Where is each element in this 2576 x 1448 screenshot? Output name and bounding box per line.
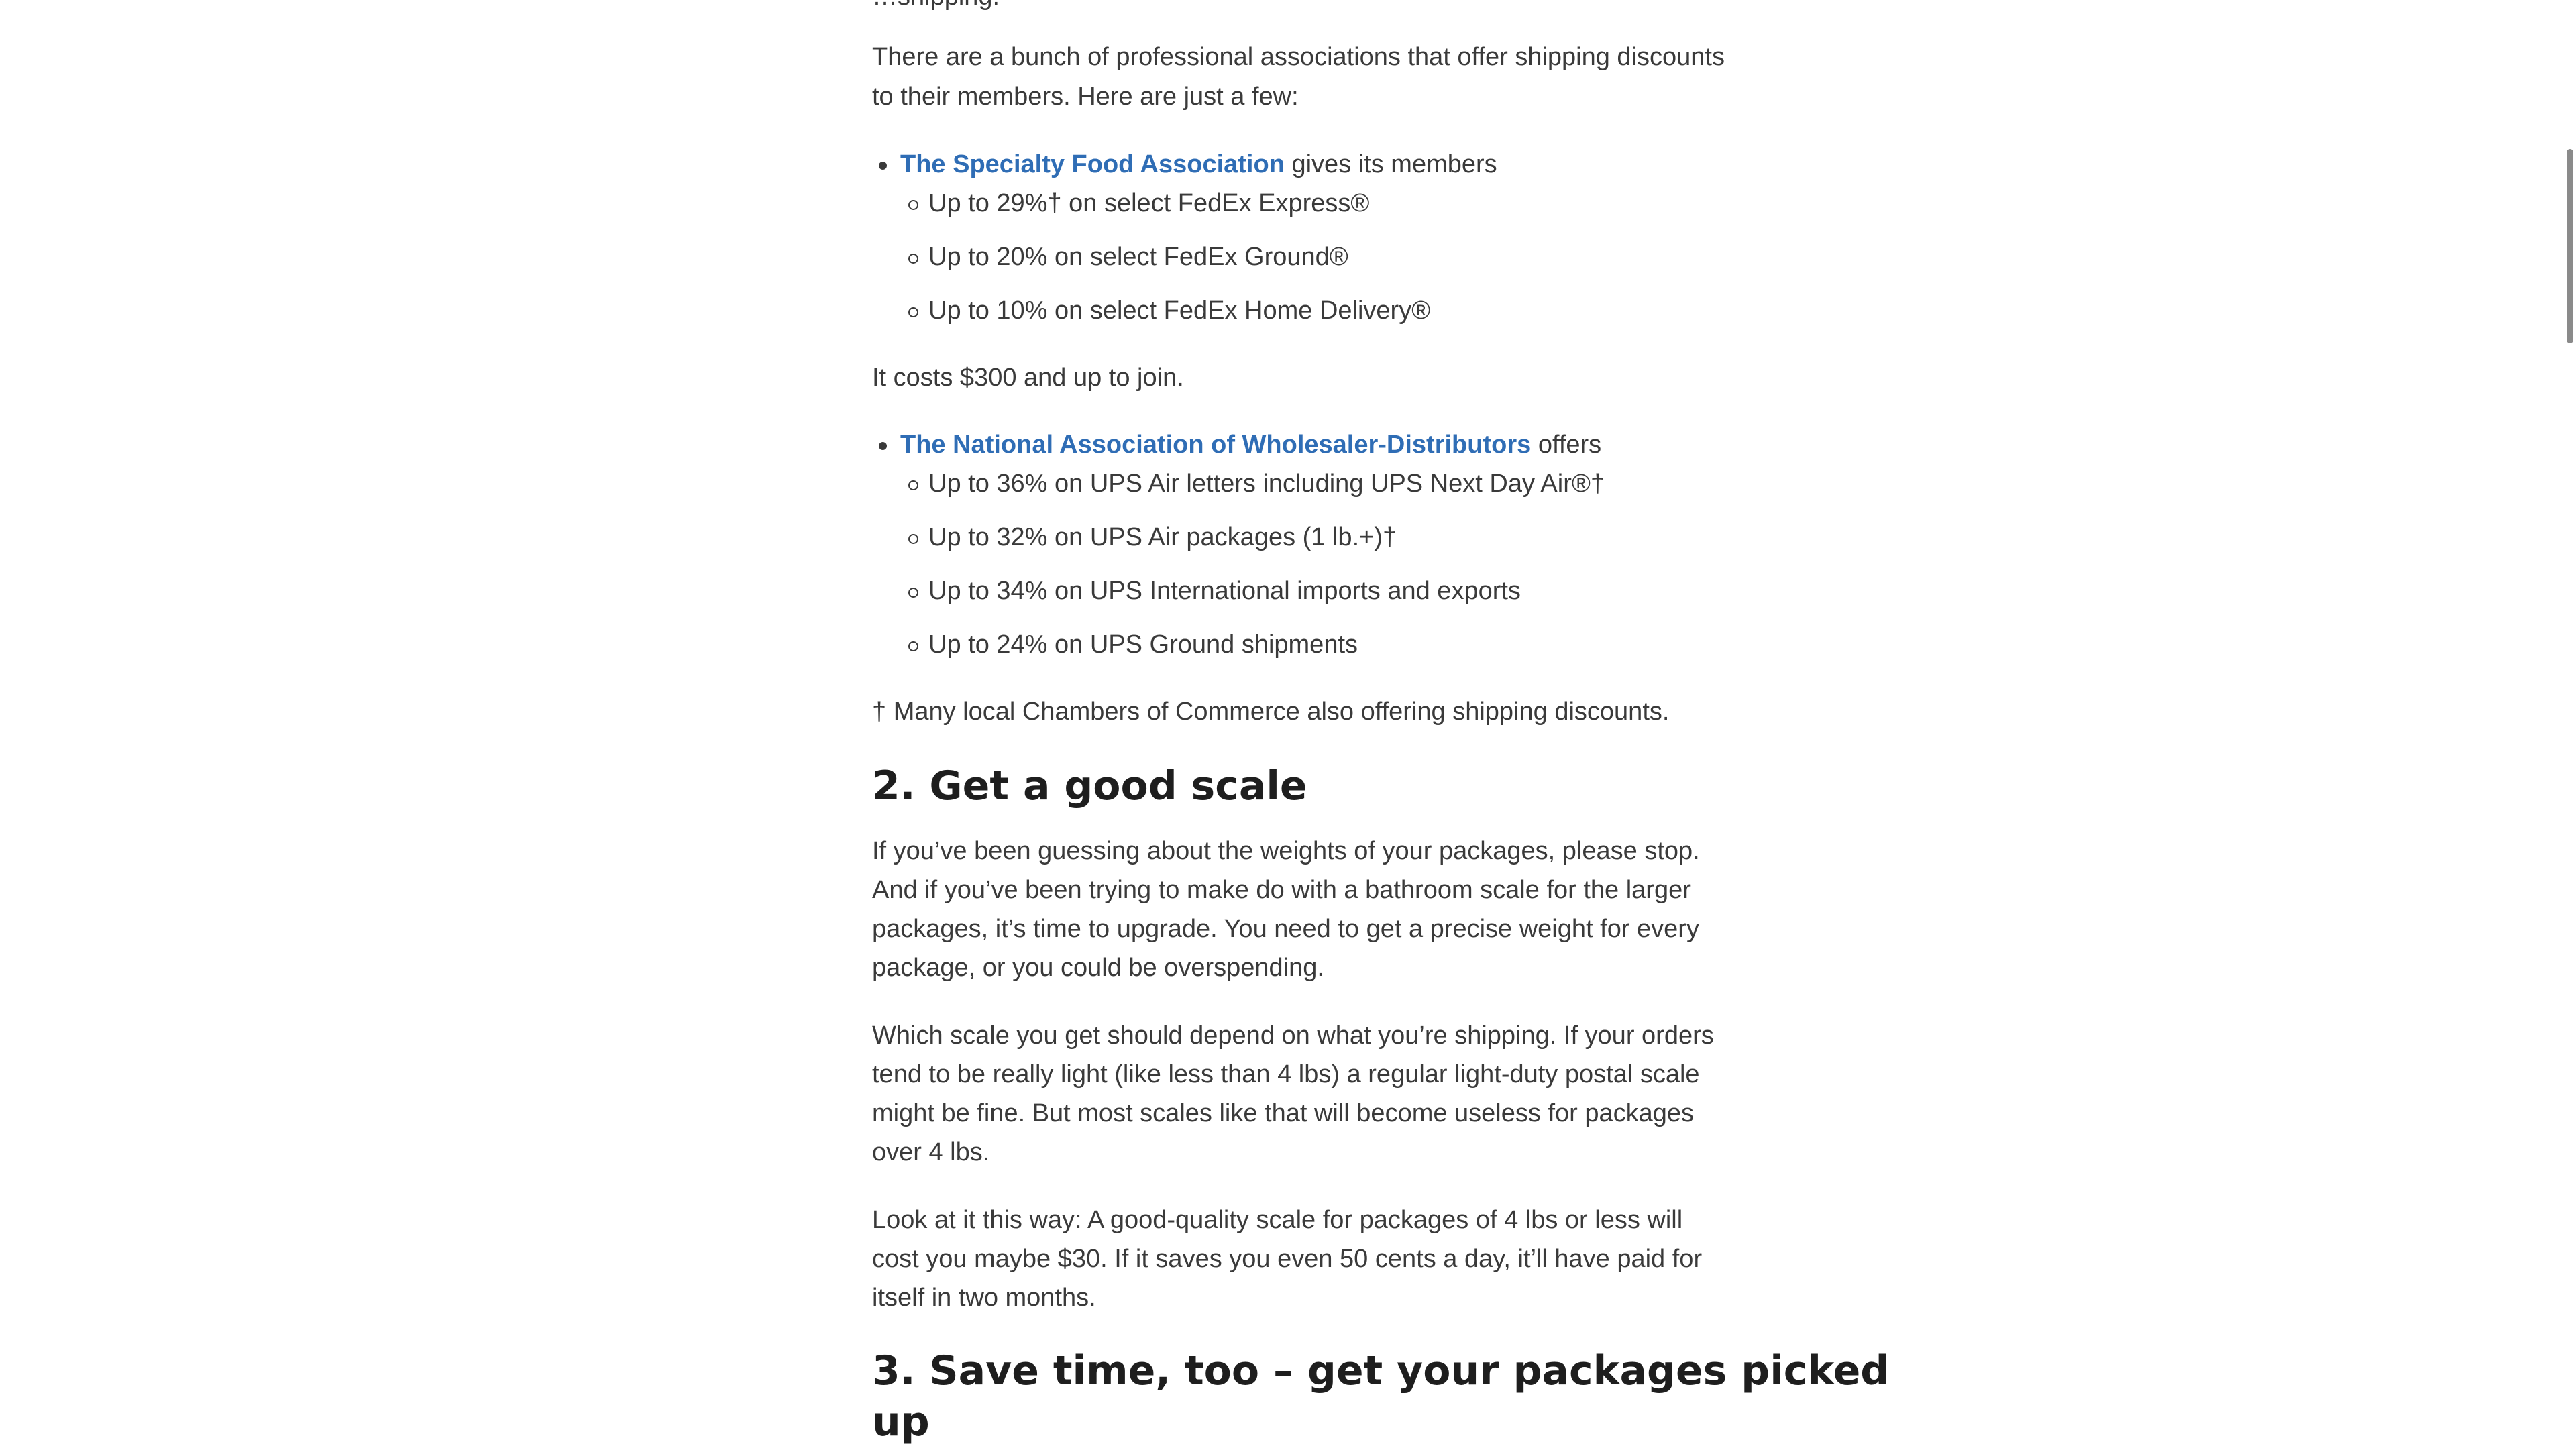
list-item-nawd: The National Association of Wholesaler-D… bbox=[878, 425, 1601, 464]
paragraph-line: Which scale you get should depend on wha… bbox=[872, 1021, 1714, 1050]
paragraph-line: tend to be really light (like less than … bbox=[872, 1060, 1700, 1089]
nawd-link[interactable]: The National Association of Wholesaler-D… bbox=[900, 431, 1531, 459]
sub-list-item: Up to 29%† on select FedEx Express® bbox=[908, 184, 1369, 223]
specialty-food-association-link[interactable]: The Specialty Food Association bbox=[900, 150, 1285, 178]
paragraph-line: might be fine. But most scales like that… bbox=[872, 1099, 1695, 1127]
paragraph-line: If you’ve been guessing about the weight… bbox=[872, 837, 1700, 865]
sub-list-item: Up to 36% on UPS Air letters including U… bbox=[908, 464, 1605, 503]
paragraph-line: over 4 lbs. bbox=[872, 1138, 990, 1166]
paragraph-line: package, or you could be overspending. bbox=[872, 954, 1324, 982]
sub-list-item: Up to 32% on UPS Air packages (1 lb.+)† bbox=[908, 518, 1397, 557]
scrollbar-thumb[interactable] bbox=[2567, 149, 2573, 343]
section-heading-2: 2. Get a good scale bbox=[872, 763, 1307, 810]
intro-line-1: There are a bunch of professional associ… bbox=[872, 43, 1725, 71]
footnote: † Many local Chambers of Commerce also o… bbox=[872, 698, 1670, 726]
intro-line-2: to their members. Here are just a few: bbox=[872, 82, 1299, 111]
sub-list-item: Up to 10% on select FedEx Home Delivery® bbox=[908, 291, 1430, 330]
paragraph-line: itself in two months. bbox=[872, 1284, 1096, 1312]
paragraph-line: cost you maybe $30. If it saves you even… bbox=[872, 1245, 1703, 1273]
vertical-scrollbar[interactable] bbox=[2563, 0, 2576, 1448]
cost-note: It costs $300 and up to join. bbox=[872, 364, 1184, 392]
sub-list-item: Up to 20% on select FedEx Ground® bbox=[908, 237, 1348, 276]
paragraph-line: packages, it’s time to upgrade. You need… bbox=[872, 915, 1699, 943]
sub-list-item: Up to 34% on UPS International imports a… bbox=[908, 571, 1521, 610]
paragraph-line: Look at it this way: A good-quality scal… bbox=[872, 1206, 1683, 1234]
section-heading-3-cont: up bbox=[872, 1398, 930, 1445]
paragraph-line: And if you’ve been trying to make do wit… bbox=[872, 876, 1691, 904]
sub-list-item: Up to 24% on UPS Ground shipments bbox=[908, 625, 1358, 664]
list-item-specialty-food: The Specialty Food Association gives its… bbox=[879, 145, 1497, 184]
section-heading-3: 3. Save time, too – get your packages pi… bbox=[872, 1347, 1890, 1394]
clipped-text: …shipping. bbox=[872, 0, 1000, 16]
